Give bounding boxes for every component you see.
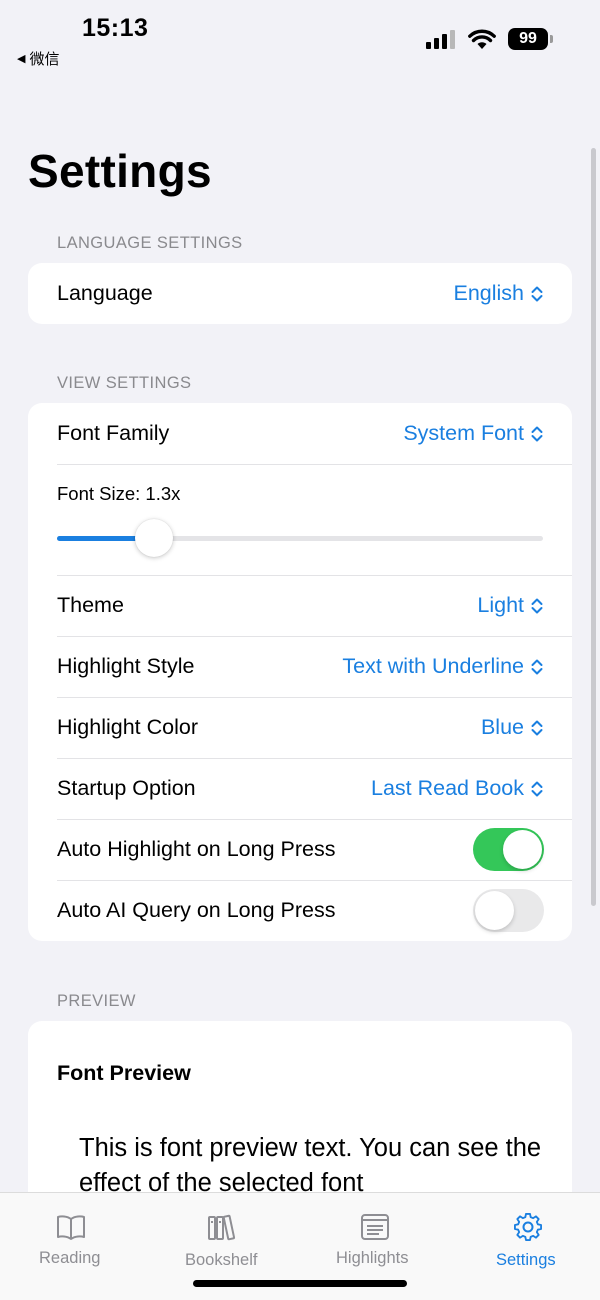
highlight-color-label: Highlight Color: [57, 715, 199, 739]
font-family-row[interactable]: Font Family System Font: [28, 403, 572, 464]
highlights-icon: [361, 1214, 389, 1240]
highlight-style-value: Text with Underline: [342, 654, 524, 678]
page-title: Settings: [28, 145, 212, 197]
startup-option-value: Last Read Book: [371, 776, 524, 800]
back-app-label: 微信: [29, 51, 60, 68]
back-arrow-icon: ◀: [17, 53, 26, 65]
theme-picker[interactable]: Light: [477, 593, 544, 618]
highlight-style-picker[interactable]: Text with Underline: [342, 654, 544, 679]
book-icon: [57, 1215, 85, 1240]
startup-option-picker[interactable]: Last Read Book: [371, 776, 544, 801]
chevron-up-down-icon: [531, 426, 543, 441]
scroll-indicator[interactable]: [591, 148, 596, 906]
status-indicators: 99: [426, 28, 553, 50]
language-value: English: [453, 281, 524, 305]
signal-icon: [426, 30, 455, 49]
auto-ai-query-row: Auto AI Query on Long Press: [28, 880, 572, 941]
chevron-up-down-icon: [531, 720, 543, 735]
status-time: 15:13: [82, 14, 149, 42]
preview-text: This is font preview text. You can see t…: [79, 1134, 542, 1197]
tab-reading[interactable]: Reading: [0, 1193, 150, 1300]
auto-highlight-toggle[interactable]: [473, 828, 544, 871]
language-section-header: LANGUAGE SETTINGS: [57, 234, 243, 252]
battery-icon: 99: [508, 28, 553, 50]
language-row[interactable]: Language English: [28, 263, 572, 324]
theme-label: Theme: [57, 593, 124, 617]
highlight-color-picker[interactable]: Blue: [481, 715, 544, 740]
highlight-style-label: Highlight Style: [57, 654, 195, 678]
toggle-knob: [503, 830, 542, 869]
battery-level: 99: [519, 30, 537, 47]
preview-section-header: PREVIEW: [57, 992, 136, 1010]
tab-highlights-label: Highlights: [336, 1249, 409, 1267]
font-size-slider-thumb[interactable]: [135, 519, 173, 557]
tab-settings-label: Settings: [496, 1251, 556, 1269]
preview-title: Font Preview: [57, 1061, 191, 1085]
tab-bookshelf-label: Bookshelf: [185, 1251, 258, 1269]
tab-reading-label: Reading: [39, 1249, 101, 1267]
auto-ai-query-toggle[interactable]: [473, 889, 544, 932]
language-card: Language English: [28, 263, 572, 324]
language-picker[interactable]: English: [453, 281, 544, 306]
theme-row[interactable]: Theme Light: [28, 575, 572, 636]
theme-value: Light: [477, 593, 524, 617]
chevron-up-down-icon: [531, 286, 543, 301]
font-size-row: Font Size: 1.3x: [28, 464, 572, 575]
chevron-up-down-icon: [531, 781, 543, 796]
font-family-picker[interactable]: System Font: [403, 421, 544, 446]
bookshelf-icon: [208, 1214, 236, 1241]
font-size-label: Font Size: 1.3x: [57, 483, 181, 504]
gear-icon: [514, 1213, 542, 1241]
highlight-style-row[interactable]: Highlight Style Text with Underline: [28, 636, 572, 697]
home-indicator[interactable]: [193, 1280, 407, 1287]
view-section-header: VIEW SETTINGS: [57, 374, 192, 392]
auto-highlight-row: Auto Highlight on Long Press: [28, 819, 572, 880]
toggle-knob: [475, 891, 514, 930]
font-size-slider[interactable]: [57, 536, 543, 541]
back-to-app-link[interactable]: ◀ 微信: [17, 48, 59, 69]
view-card: Font Family System Font Font Size: 1.3x …: [28, 403, 572, 941]
highlight-color-row[interactable]: Highlight Color Blue: [28, 697, 572, 758]
highlight-color-value: Blue: [480, 715, 524, 739]
auto-ai-query-label: Auto AI Query on Long Press: [57, 898, 336, 922]
font-family-value: System Font: [403, 421, 524, 445]
settings-screen: 15:13 ◀ 微信 99 Settings LANGUAGE SETTINGS…: [0, 0, 600, 1300]
font-family-label: Font Family: [57, 421, 170, 445]
chevron-up-down-icon: [531, 659, 543, 674]
auto-highlight-label: Auto Highlight on Long Press: [57, 837, 336, 861]
wifi-icon: [468, 29, 496, 49]
tab-settings[interactable]: Settings: [450, 1193, 600, 1300]
chevron-up-down-icon: [531, 598, 543, 613]
language-label: Language: [57, 281, 153, 305]
startup-option-label: Startup Option: [57, 776, 196, 800]
startup-option-row[interactable]: Startup Option Last Read Book: [28, 758, 572, 819]
